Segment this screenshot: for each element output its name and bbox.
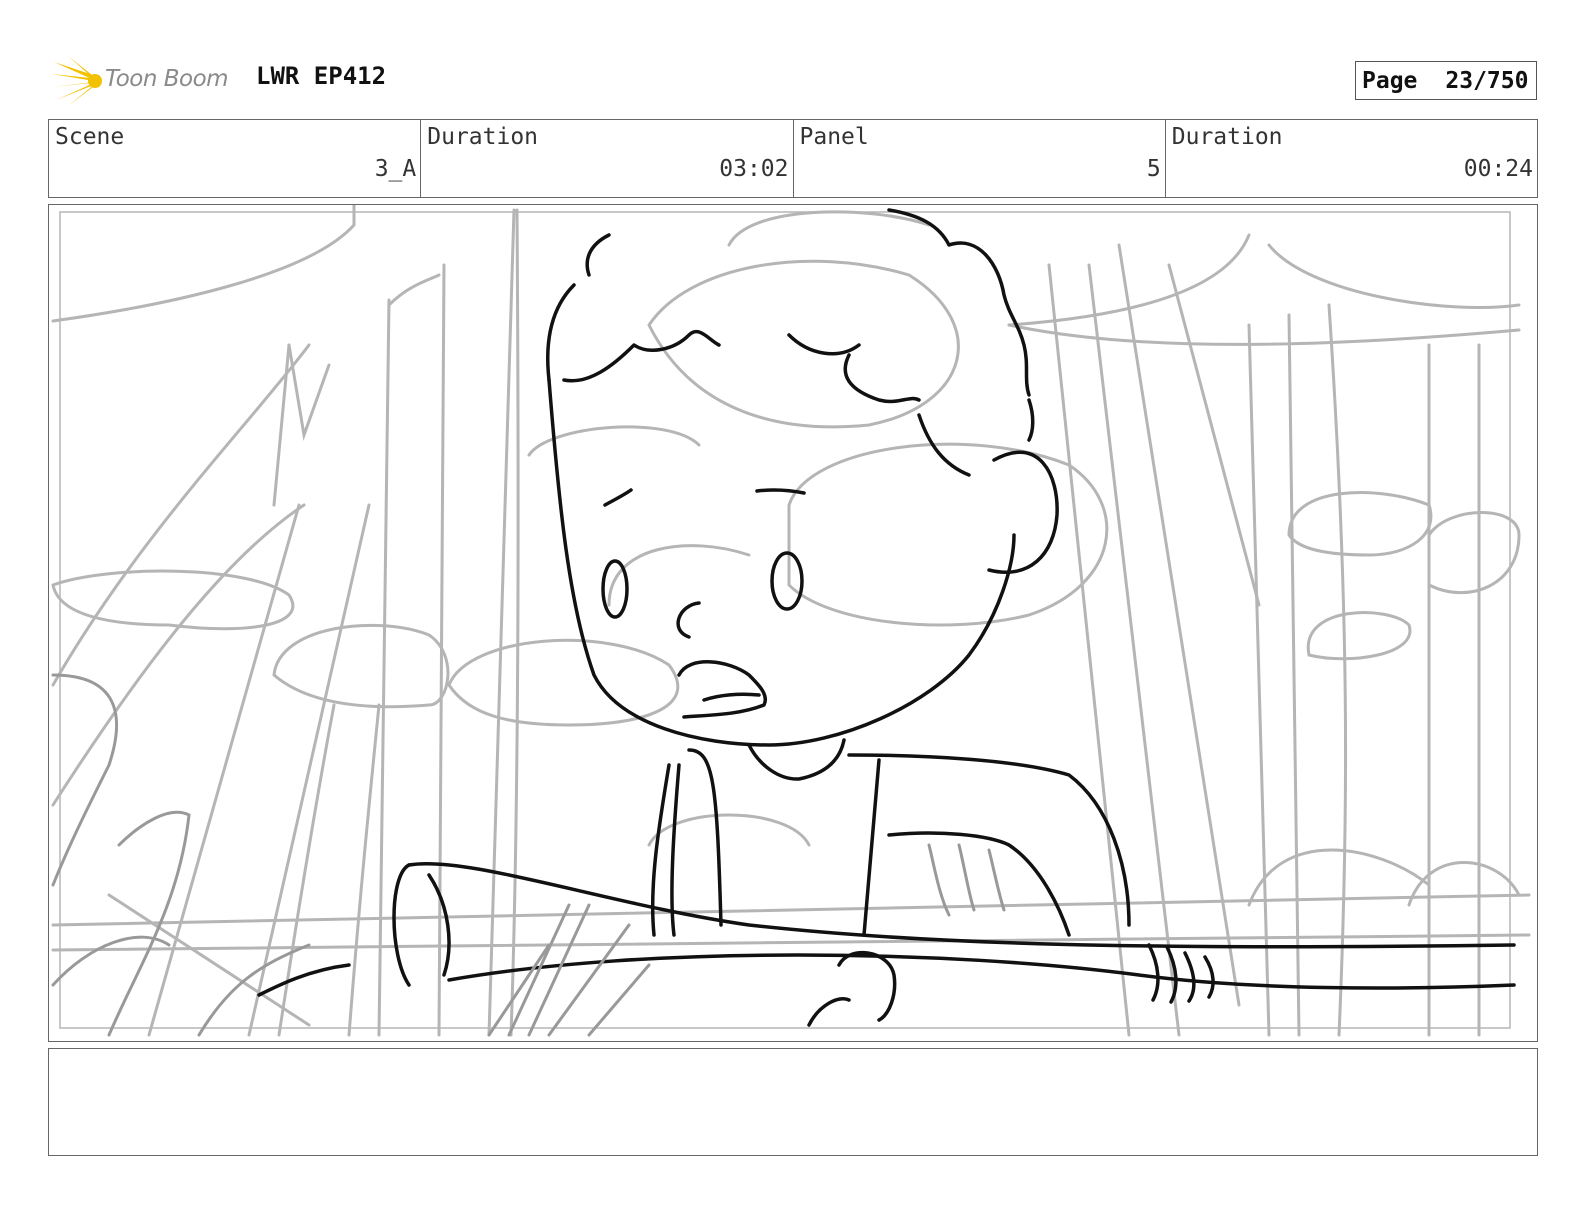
panel-cell: Panel 5	[794, 120, 1166, 197]
scene-duration-cell: Duration 03:02	[421, 120, 794, 197]
page-number: 23/750	[1445, 67, 1529, 94]
logo-text: Toon Boom	[105, 66, 229, 92]
background-forest-sketch	[51, 205, 1531, 1037]
scene-value: 3_A	[374, 156, 417, 182]
panel-duration-value: 00:24	[1463, 156, 1533, 182]
foreground-grass-sketch	[51, 673, 1006, 1037]
sun-burst-icon	[52, 56, 102, 106]
project-title: LWR EP412	[256, 62, 387, 90]
character-sketch	[257, 208, 1516, 1027]
panel-duration-cell: Duration 00:24	[1166, 120, 1537, 197]
toon-boom-logo: Toon Boom	[50, 54, 240, 108]
scene-duration-label: Duration	[427, 124, 539, 150]
panel-notes-box	[48, 1048, 1538, 1156]
panel-info-row: Scene 3_A Duration 03:02 Panel 5 Duratio…	[48, 119, 1538, 198]
scene-duration-value: 03:02	[719, 156, 789, 182]
sketch-drawing	[51, 205, 1531, 1037]
page-label: Page	[1362, 67, 1418, 94]
panel-label: Panel	[799, 124, 869, 150]
storyboard-panel	[48, 204, 1538, 1042]
scene-cell: Scene 3_A	[49, 120, 422, 197]
page-indicator: Page 23/750	[1355, 61, 1537, 100]
panel-value: 5	[1146, 156, 1161, 182]
panel-duration-label: Duration	[1171, 124, 1283, 150]
scene-label: Scene	[55, 124, 125, 150]
